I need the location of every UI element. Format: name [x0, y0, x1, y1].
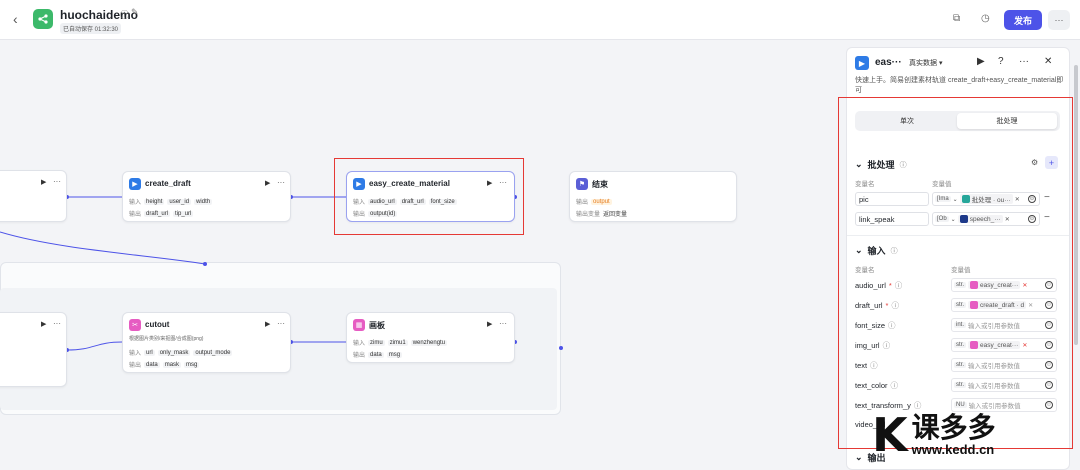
more-icon[interactable]: ··· [277, 178, 285, 187]
panel-description: 快速上手。简易创建素材轨道 create_draft+easy_create_m… [855, 77, 1064, 94]
plugin-icon: ▶ [855, 56, 869, 70]
node-inputs: 输入 zimu zimu1 wenzhengtu [353, 339, 448, 347]
node-cutout[interactable]: ✂ cutout ▶ ··· 根据图片类别/来抠图/合成图(png) 输入 ur… [122, 312, 291, 373]
watermark-text: 课多多 [911, 411, 996, 443]
watermark-url: www.kedd.cn [911, 441, 995, 457]
chevron-down-icon[interactable]: ⌄ [855, 452, 863, 463]
plugin-icon: ▶ [129, 178, 141, 190]
node-outputs: 输出 data msg [353, 351, 403, 359]
highlight-box-panel [838, 97, 1073, 449]
more-menu-button[interactable]: ··· [1048, 10, 1070, 30]
node-inputs: 输入 height user_id width [129, 198, 213, 206]
play-icon[interactable]: ▶ [265, 320, 270, 328]
play-icon[interactable]: ▶ [41, 320, 46, 328]
node-canvas-board[interactable]: ▦ 画板 ▶ ··· 输入 zimu zimu1 wenzhengtu 输出 d… [346, 312, 515, 363]
node-end[interactable]: ⚑ 结束 输出 output 输出变量 返回变量 [569, 171, 737, 222]
publish-button[interactable]: 发布 [1004, 10, 1042, 30]
copy-icon[interactable]: ⧉ [953, 13, 960, 24]
panel-scrollbar[interactable] [1074, 65, 1078, 345]
more-icon[interactable]: ··· [53, 177, 61, 186]
node-title: create_draft [145, 179, 191, 188]
node-left-partial[interactable]: ▶ ··· [0, 312, 67, 387]
board-icon: ▦ [353, 319, 365, 331]
cutout-icon: ✂ [129, 319, 141, 331]
help-icon[interactable]: ? [998, 56, 1004, 67]
end-flag-icon: ⚑ [576, 178, 588, 190]
panel-title: eas··· [875, 57, 902, 68]
node-start-partial[interactable]: ▶ ··· [0, 170, 67, 222]
more-icon[interactable]: ··· [1019, 56, 1029, 67]
node-inputs: 输入 url only_mask output_mode [129, 349, 233, 357]
node-title: cutout [145, 320, 170, 329]
more-icon[interactable]: ··· [499, 319, 507, 328]
node-description: 根据图片类别/来抠图/合成图(png) [129, 336, 204, 342]
node-outputs: 输出 draft_url tip_url [129, 210, 194, 218]
node-outputs: 输出 data mask msg [129, 361, 200, 369]
watermark-logo: K 课多多 www.kedd.cn [872, 412, 996, 458]
run-icon[interactable]: ▶ [977, 56, 985, 67]
play-icon[interactable]: ▶ [487, 320, 492, 328]
watermark-k-icon: K [872, 408, 908, 462]
more-icon[interactable]: ··· [53, 319, 61, 328]
node-create-draft[interactable]: ▶ create_draft ▶ ··· 输入 height user_id w… [122, 171, 291, 222]
play-icon[interactable]: ▶ [41, 178, 46, 186]
node-output-var: 输出变量 返回变量 [576, 212, 628, 218]
more-icon[interactable]: ··· [277, 319, 285, 328]
node-title: 画板 [369, 321, 385, 330]
highlight-box-node [334, 158, 524, 235]
history-icon[interactable]: ◷ [981, 13, 990, 24]
close-icon[interactable]: ✕ [1044, 56, 1052, 67]
play-icon[interactable]: ▶ [265, 179, 270, 187]
connection-wires [0, 195, 563, 352]
node-title: 结束 [592, 180, 608, 189]
node-outputs: 输出 output [576, 198, 612, 206]
data-mode-select[interactable]: 真实数据 ▾ [909, 58, 942, 68]
